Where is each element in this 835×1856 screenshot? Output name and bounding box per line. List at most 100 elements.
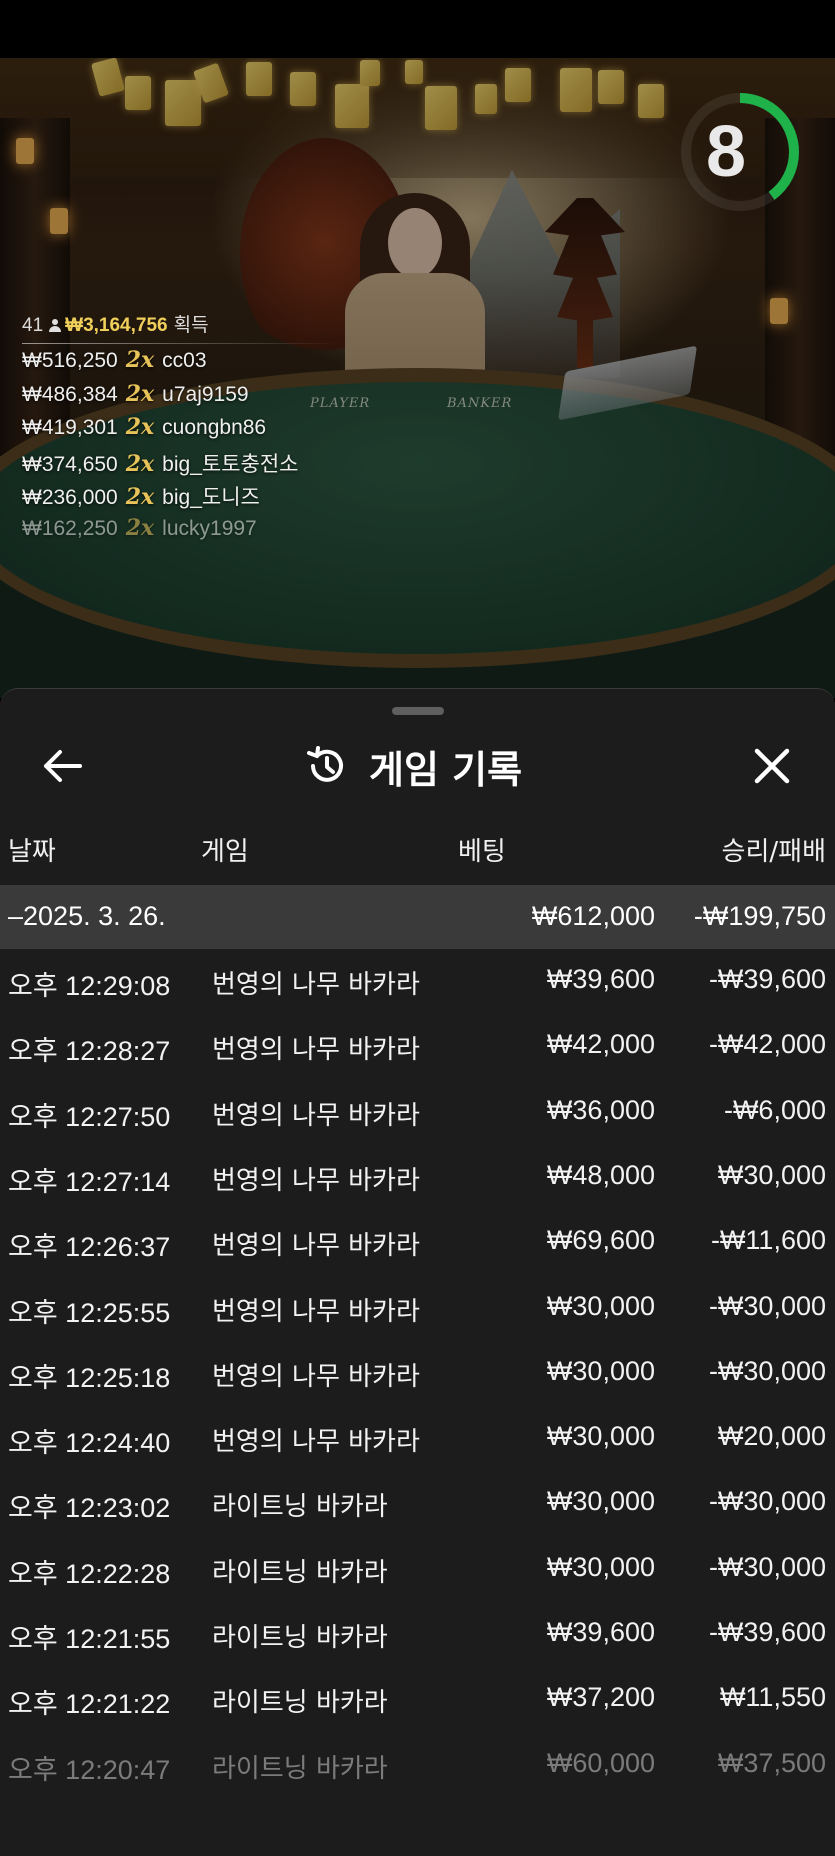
winner-multiplier: 2x [125, 381, 155, 407]
sheet-title: 게임 기록 [369, 747, 523, 792]
row-game: 라이트닝 바카라 [212, 1754, 388, 1784]
winners-divider [22, 343, 342, 344]
row-time: 오후 12:28:27 [8, 1036, 171, 1066]
row-game: 라이트닝 바카라 [212, 1688, 388, 1718]
history-row[interactable]: 오후 12:20:47 라이트닝 바카라 ₩60,000 ₩37,500 [0, 1734, 835, 1799]
date-group-row[interactable]: –2025. 3. 26. ₩612,000 -₩199,750 [0, 885, 835, 949]
row-game: 번영의 나무 바카라 [212, 1297, 420, 1327]
winner-count: 41 [22, 315, 44, 336]
history-row[interactable]: 오후 12:21:22 라이트닝 바카라 ₩37,200 ₩11,550 [0, 1668, 835, 1733]
row-time: 오후 12:26:37 [8, 1232, 171, 1262]
won-label: 획득 [173, 315, 209, 336]
column-header-result: 승리/패배 [721, 837, 826, 867]
row-time: 오후 12:23:02 [8, 1493, 171, 1523]
row-bet: ₩30,000 [546, 1486, 655, 1516]
close-icon[interactable] [747, 741, 797, 791]
row-bet: ₩30,000 [546, 1421, 655, 1451]
history-row[interactable]: 오후 12:22:28 라이트닝 바카라 ₩30,000 -₩30,000 [0, 1538, 835, 1603]
row-time: 오후 12:27:14 [8, 1167, 171, 1197]
winner-amount: ₩486,384 [22, 383, 118, 406]
row-game: 번영의 나무 바카라 [212, 1035, 420, 1065]
row-time: 오후 12:22:28 [8, 1559, 171, 1589]
row-bet: ₩39,600 [546, 1617, 655, 1647]
winner-name: big_토토충전소 [162, 453, 299, 476]
winner-name: cc03 [162, 349, 207, 372]
history-row[interactable]: 오후 12:25:18 번영의 나무 바카라 ₩30,000 -₩30,000 [0, 1342, 835, 1407]
arrow-left-icon[interactable] [38, 741, 88, 791]
row-game: 번영의 나무 바카라 [212, 1231, 420, 1261]
group-result-total: -₩199,750 [693, 901, 826, 931]
winners-summary: 41 ₩3,164,756 획득 [22, 310, 209, 337]
winner-name: lucky1997 [162, 517, 257, 540]
row-game: 라이트닝 바카라 [212, 1558, 388, 1588]
row-result: -₩30,000 [708, 1486, 826, 1516]
row-bet: ₩36,000 [546, 1095, 655, 1125]
row-time: 오후 12:20:47 [8, 1755, 171, 1785]
row-result: -₩42,000 [708, 1029, 826, 1059]
game-history-sheet: 게임 기록 날짜 게임 베팅 승리/패배 –2025. 3. 26. ₩612,… [0, 688, 835, 1856]
row-time: 오후 12:24:40 [8, 1428, 171, 1458]
history-row[interactable]: 오후 12:21:55 라이트닝 바카라 ₩39,600 -₩39,600 [0, 1603, 835, 1668]
row-result: -₩6,000 [723, 1095, 826, 1125]
row-result: -₩39,600 [708, 964, 826, 994]
row-game: 번영의 나무 바카라 [212, 970, 420, 1000]
column-header-game: 게임 [201, 837, 249, 867]
row-bet: ₩37,200 [546, 1682, 655, 1712]
winner-amount: ₩516,250 [22, 349, 118, 372]
row-game: 라이트닝 바카라 [212, 1492, 388, 1522]
winner-multiplier: 2x [125, 484, 155, 510]
row-time: 오후 12:27:50 [8, 1102, 171, 1132]
winner-entry: ₩419,301 2x cuongbn86 [22, 414, 266, 444]
history-row[interactable]: 오후 12:24:40 번영의 나무 바카라 ₩30,000 ₩20,000 [0, 1407, 835, 1472]
row-bet: ₩30,000 [546, 1291, 655, 1321]
row-game: 번영의 나무 바카라 [212, 1166, 420, 1196]
history-row[interactable]: 오후 12:25:55 번영의 나무 바카라 ₩30,000 -₩30,000 [0, 1277, 835, 1342]
row-result: ₩37,500 [717, 1748, 826, 1778]
row-time: 오후 12:25:55 [8, 1298, 171, 1328]
winner-multiplier: 2x [125, 515, 155, 541]
row-bet: ₩48,000 [546, 1160, 655, 1190]
row-time: 오후 12:21:22 [8, 1689, 171, 1719]
winner-entry: ₩236,000 2x big_도니즈 [22, 481, 260, 511]
winner-name: big_도니즈 [162, 486, 260, 509]
history-row[interactable]: 오후 12:26:37 번영의 나무 바카라 ₩69,600 -₩11,600 [0, 1211, 835, 1276]
row-result: -₩39,600 [708, 1617, 826, 1647]
winner-multiplier: 2x [125, 414, 155, 440]
winner-entry: ₩162,250 2x lucky1997 [22, 515, 257, 545]
row-result: ₩20,000 [717, 1421, 826, 1451]
column-header-date: 날짜 [8, 837, 56, 867]
row-result: -₩30,000 [708, 1356, 826, 1386]
sheet-header: 게임 기록 [305, 739, 522, 793]
winner-entry: ₩516,250 2x cc03 [22, 347, 207, 377]
row-bet: ₩42,000 [546, 1029, 655, 1059]
row-bet: ₩30,000 [546, 1356, 655, 1386]
row-result: ₩30,000 [717, 1160, 826, 1190]
column-header-bet: 베팅 [458, 837, 506, 867]
row-time: 오후 12:25:18 [8, 1363, 171, 1393]
sheet-drag-handle[interactable] [392, 707, 444, 715]
row-game: 라이트닝 바카라 [212, 1623, 388, 1653]
countdown-number: 8 [705, 112, 747, 192]
group-date: –2025. 3. 26. [8, 901, 166, 931]
history-row[interactable]: 오후 12:28:27 번영의 나무 바카라 ₩42,000 -₩42,000 [0, 1015, 835, 1080]
history-row[interactable]: 오후 12:27:14 번영의 나무 바카라 ₩48,000 ₩30,000 [0, 1146, 835, 1211]
row-time: 오후 12:21:55 [8, 1624, 171, 1654]
history-row[interactable]: 오후 12:29:08 번영의 나무 바카라 ₩39,600 -₩39,600 [0, 950, 835, 1015]
row-bet: ₩30,000 [546, 1552, 655, 1582]
group-bet-total: ₩612,000 [531, 901, 655, 931]
history-row[interactable]: 오후 12:23:02 라이트닝 바카라 ₩30,000 -₩30,000 [0, 1472, 835, 1537]
winners-total: ₩3,164,756 [65, 315, 168, 336]
winner-name: cuongbn86 [162, 416, 267, 439]
row-game: 번영의 나무 바카라 [212, 1427, 420, 1457]
winner-amount: ₩374,650 [22, 453, 118, 476]
row-bet: ₩60,000 [546, 1748, 655, 1778]
winner-multiplier: 2x [125, 451, 155, 477]
row-result: ₩11,550 [719, 1682, 826, 1712]
row-result: -₩11,600 [710, 1225, 826, 1255]
history-icon [307, 746, 343, 782]
winner-amount: ₩419,301 [22, 416, 118, 439]
history-row[interactable]: 오후 12:27:50 번영의 나무 바카라 ₩36,000 -₩6,000 [0, 1081, 835, 1146]
top-status-bar [0, 0, 835, 58]
winner-name: u7aj9159 [162, 383, 249, 406]
row-bet: ₩39,600 [546, 964, 655, 994]
